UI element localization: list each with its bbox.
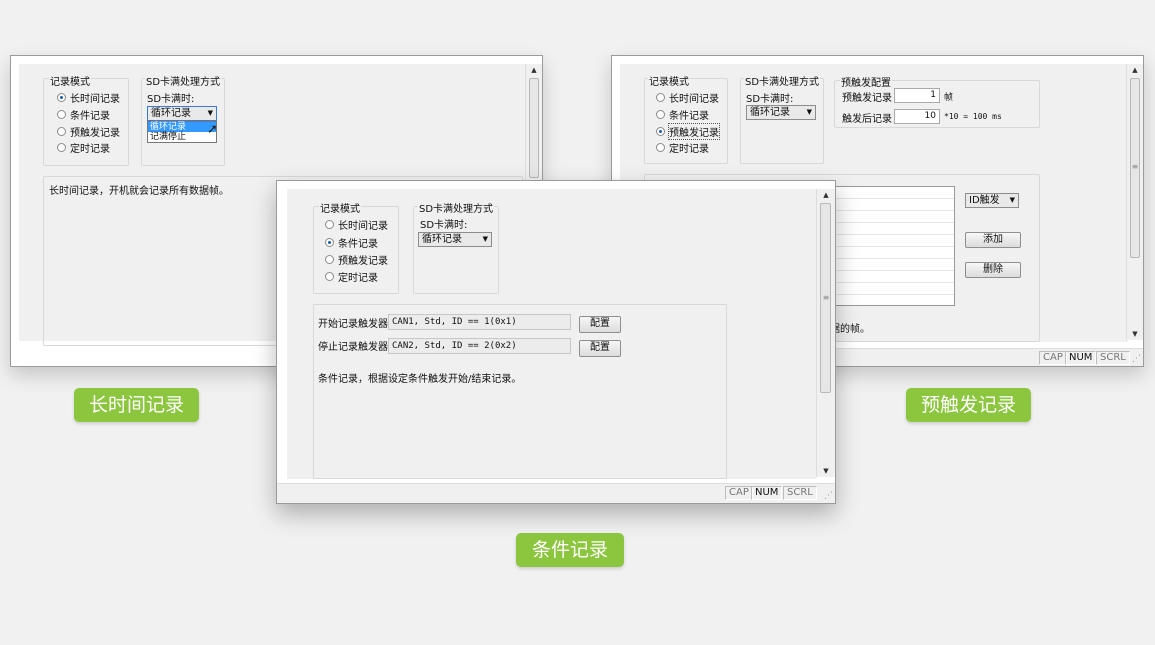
sd-full-title: SD卡满处理方式 bbox=[145, 73, 222, 88]
radio-icon bbox=[57, 143, 66, 152]
sd-full-combo[interactable]: 循环记录 ▼ bbox=[147, 106, 217, 121]
radio-icon bbox=[57, 127, 66, 136]
sd-full-title: SD卡满处理方式 bbox=[744, 73, 821, 88]
radio-icon bbox=[57, 110, 66, 119]
start-config-button[interactable]: 配置 bbox=[579, 316, 621, 333]
sd-full-label: SD卡满时: bbox=[746, 94, 794, 105]
pretrigger-config-title: 预触发配置 bbox=[840, 74, 892, 89]
dropdown-option-stop[interactable]: 记满停止 bbox=[148, 132, 216, 142]
trigger-config-panel bbox=[313, 304, 727, 479]
resize-grip-icon[interactable]: ⋰ bbox=[1132, 354, 1141, 364]
radio-icon bbox=[325, 272, 334, 281]
description-text: 据的帧。 bbox=[830, 324, 870, 335]
mouse-cursor-icon: ➚ bbox=[207, 122, 218, 137]
radio-selected-icon bbox=[57, 93, 66, 102]
mode-radio-pretrigger[interactable]: 预触发记录 bbox=[656, 123, 720, 140]
chevron-down-icon: ▼ bbox=[207, 109, 213, 117]
record-mode-title: 记录模式 bbox=[49, 73, 91, 88]
dropdown-option-loop[interactable]: 循环记录 bbox=[148, 122, 216, 132]
resize-grip-icon[interactable]: ⋰ bbox=[824, 491, 833, 501]
post-trigger-input[interactable]: 10 bbox=[894, 109, 940, 124]
scroll-down-icon[interactable]: ▼ bbox=[817, 465, 835, 477]
radio-selected-icon bbox=[325, 238, 334, 247]
radio-selected-icon bbox=[656, 127, 665, 136]
mode-radio-timed[interactable]: 定时记录 bbox=[57, 140, 110, 155]
post-trigger-unit: *10 = 100 ms bbox=[944, 112, 1002, 121]
pre-trigger-label: 预触发记录 bbox=[842, 93, 892, 104]
scroll-grip-icon: ≡ bbox=[822, 293, 830, 302]
radio-icon bbox=[325, 220, 334, 229]
mode-radio-long[interactable]: 长时间记录 bbox=[325, 217, 388, 232]
mode-radio-pretrigger[interactable]: 预触发记录 bbox=[325, 252, 388, 267]
radio-icon bbox=[325, 255, 334, 264]
mode-radio-condition[interactable]: 条件记录 bbox=[656, 107, 709, 122]
scroll-up-icon[interactable]: ▲ bbox=[1127, 64, 1143, 76]
mode-radio-long[interactable]: 长时间记录 bbox=[57, 90, 120, 105]
record-mode-title: 记录模式 bbox=[648, 73, 690, 88]
pre-trigger-unit: 帧 bbox=[944, 93, 954, 103]
sd-full-title: SD卡满处理方式 bbox=[418, 200, 495, 215]
caption-condition-record: 条件记录 bbox=[516, 533, 624, 567]
pre-trigger-input[interactable]: 1 bbox=[894, 88, 940, 103]
condition-record-window: 记录模式 长时间记录 条件记录 预触发记录 定时记录 SD卡满处理方式 SD卡满… bbox=[276, 180, 836, 504]
radio-icon bbox=[656, 110, 665, 119]
status-bar: CAP NUM SCRL ⋰ bbox=[277, 483, 835, 503]
description-text: 条件记录，根据设定条件触发开始/结束记录。 bbox=[318, 374, 522, 385]
mode-radio-timed[interactable]: 定时记录 bbox=[325, 269, 378, 284]
description-text: 长时间记录，开机就会记录所有数据帧。 bbox=[49, 186, 229, 197]
radio-icon bbox=[656, 93, 665, 102]
caption-pretrigger-record: 预触发记录 bbox=[906, 388, 1031, 422]
chevron-down-icon: ▼ bbox=[1009, 196, 1015, 204]
chevron-down-icon: ▼ bbox=[806, 108, 812, 116]
delete-button[interactable]: 删除 bbox=[965, 262, 1021, 278]
caption-long-record: 长时间记录 bbox=[74, 388, 199, 422]
mode-radio-timed[interactable]: 定时记录 bbox=[656, 140, 709, 155]
record-mode-title: 记录模式 bbox=[319, 200, 361, 215]
scroll-thumb[interactable] bbox=[529, 78, 539, 178]
mode-radio-condition[interactable]: 条件记录 bbox=[57, 107, 110, 122]
mode-radio-pretrigger[interactable]: 预触发记录 bbox=[57, 124, 120, 139]
status-scrl: SCRL bbox=[783, 486, 817, 500]
post-trigger-label: 触发后记录 bbox=[842, 114, 892, 125]
radio-icon bbox=[656, 143, 665, 152]
stop-trigger-field: CAN2, Std, ID == 2(0x2) bbox=[388, 338, 571, 354]
status-num: NUM bbox=[751, 486, 783, 500]
status-cap: CAP bbox=[1039, 351, 1067, 365]
vertical-scrollbar[interactable]: ▲ ≡ ▼ bbox=[816, 189, 835, 477]
chevron-down-icon: ▼ bbox=[482, 235, 488, 243]
status-cap: CAP bbox=[725, 486, 753, 500]
scroll-up-icon[interactable]: ▲ bbox=[817, 189, 835, 201]
start-trigger-field: CAN1, Std, ID == 1(0x1) bbox=[388, 314, 571, 330]
trigger-type-combo[interactable]: ID触发 ▼ bbox=[965, 193, 1019, 208]
mode-radio-long[interactable]: 长时间记录 bbox=[656, 90, 719, 105]
add-button[interactable]: 添加 bbox=[965, 232, 1021, 248]
sd-full-combo[interactable]: 循环记录 ▼ bbox=[746, 105, 816, 120]
sd-full-label: SD卡满时: bbox=[420, 220, 468, 231]
stop-config-button[interactable]: 配置 bbox=[579, 340, 621, 357]
scroll-grip-icon: ≡ bbox=[1131, 162, 1139, 171]
scroll-up-icon[interactable]: ▲ bbox=[526, 64, 542, 76]
status-num: NUM bbox=[1065, 351, 1097, 365]
sd-full-label: SD卡满时: bbox=[147, 94, 195, 105]
scroll-down-icon[interactable]: ▼ bbox=[1127, 328, 1143, 340]
mode-radio-condition[interactable]: 条件记录 bbox=[325, 235, 378, 250]
status-scrl: SCRL bbox=[1096, 351, 1130, 365]
stop-trigger-label: 停止记录触发器 bbox=[318, 342, 388, 353]
vertical-scrollbar[interactable]: ▲ ≡ ▼ bbox=[1126, 64, 1143, 340]
sd-full-combo[interactable]: 循环记录 ▼ bbox=[418, 232, 492, 247]
start-trigger-label: 开始记录触发器 bbox=[318, 319, 388, 330]
